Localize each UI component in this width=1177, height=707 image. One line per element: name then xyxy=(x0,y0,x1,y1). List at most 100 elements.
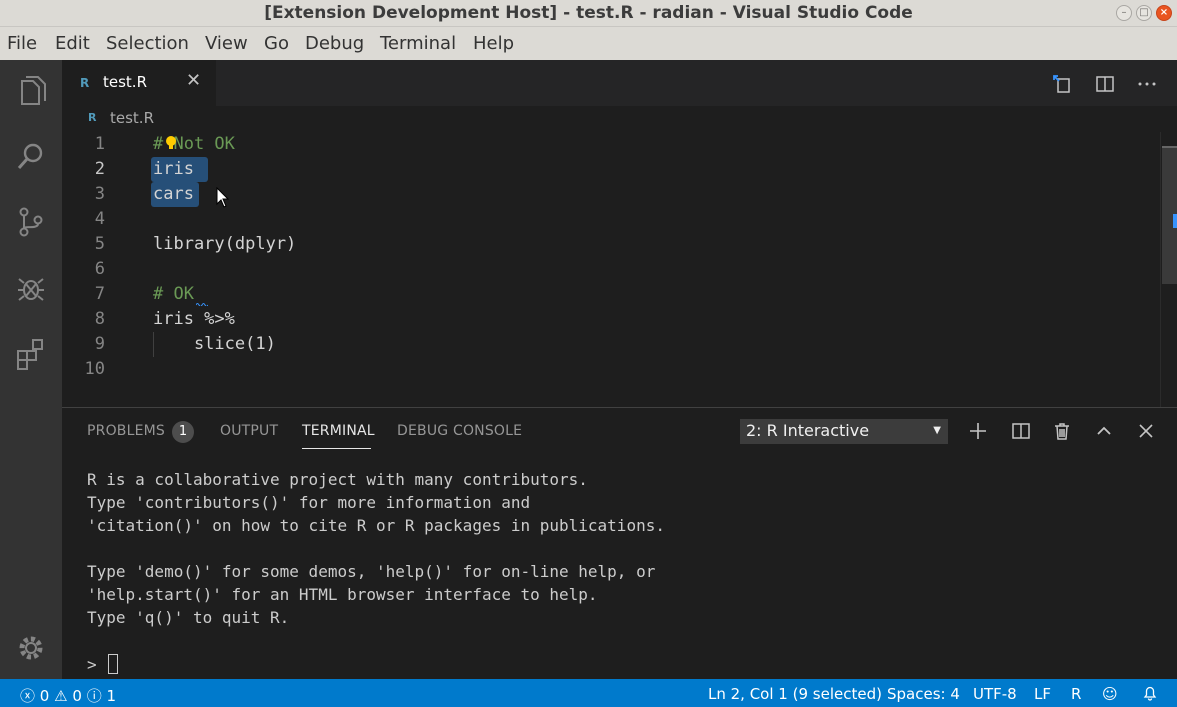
language-status[interactable]: R xyxy=(1071,685,1081,703)
files-icon[interactable] xyxy=(12,72,50,110)
terminal-line: Type 'contributors()' for more informati… xyxy=(87,493,531,512)
eol-status[interactable]: LF xyxy=(1034,685,1051,703)
minimize-button[interactable]: – xyxy=(1116,5,1132,21)
extensions-icon[interactable] xyxy=(12,334,50,372)
line-number: 7 xyxy=(94,284,105,304)
problems-status[interactable]: ⓧ 0 ⚠ 0 ⓘ 1 xyxy=(20,685,116,706)
terminal-select-value: 2: R Interactive xyxy=(746,421,870,440)
search-icon[interactable] xyxy=(12,138,50,176)
r-file-icon: R xyxy=(88,111,97,124)
run-file-icon[interactable] xyxy=(1051,73,1073,95)
breadcrumb-file[interactable]: test.R xyxy=(110,109,154,127)
code-line[interactable]: 2 iris xyxy=(62,157,1160,182)
chevron-down-icon: ▼ xyxy=(933,425,941,436)
chevron-up-icon[interactable] xyxy=(1094,421,1114,441)
split-editor-icon[interactable] xyxy=(1094,73,1116,95)
terminal-line: Type 'demo()' for some demos, 'help()' f… xyxy=(87,562,656,581)
code-line[interactable]: 1 # Not OK xyxy=(62,132,1160,157)
trash-icon[interactable] xyxy=(1052,421,1072,441)
info-count: 1 xyxy=(106,687,117,705)
tab-test-r[interactable]: R test.R ✕ xyxy=(62,60,216,106)
active-tab-indicator xyxy=(302,448,371,449)
window-titlebar: [Extension Development Host] - test.R - … xyxy=(0,0,1177,27)
notifications-bell-icon[interactable] xyxy=(1142,685,1158,705)
encoding-status[interactable]: UTF-8 xyxy=(973,685,1017,703)
debug-icon[interactable] xyxy=(12,269,50,307)
split-terminal-icon[interactable] xyxy=(1011,421,1031,441)
close-icon[interactable]: ✕ xyxy=(186,70,201,91)
warning-icon: ⚠ xyxy=(54,687,68,705)
line-text: slice(1) xyxy=(153,334,276,354)
lightbulb-icon[interactable] xyxy=(165,136,177,150)
terminal-cursor xyxy=(108,654,119,674)
bottom-panel: PROBLEMS 1 OUTPUT TERMINAL DEBUG CONSOLE… xyxy=(62,407,1177,679)
code-line[interactable]: 5 library(dplyr) xyxy=(62,232,1160,257)
source-control-icon[interactable] xyxy=(12,203,50,241)
error-icon: ⓧ xyxy=(20,687,36,705)
code-line[interactable]: 8 iris %>% xyxy=(62,307,1160,332)
line-number: 8 xyxy=(94,309,105,329)
terminal-line: 'help.start()' for an HTML browser inter… xyxy=(87,585,598,604)
code-line[interactable]: 4 xyxy=(62,207,1160,232)
code-line[interactable]: 6 xyxy=(62,257,1160,282)
code-line[interactable]: 7 # OK xyxy=(62,282,1160,307)
line-number: 4 xyxy=(94,209,105,229)
menu-selection[interactable]: Selection xyxy=(106,33,189,54)
line-number: 9 xyxy=(94,334,105,354)
tab-label: test.R xyxy=(103,73,147,91)
mouse-pointer-icon xyxy=(216,187,230,208)
menu-file[interactable]: File xyxy=(7,33,37,54)
terminal-output[interactable]: R is a collaborative project with many c… xyxy=(87,470,665,677)
terminal-line: Type 'q()' to quit R. xyxy=(87,608,290,627)
close-window-button[interactable]: × xyxy=(1156,5,1172,21)
terminal-prompt-line[interactable]: > xyxy=(87,654,665,677)
menu-view[interactable]: View xyxy=(205,33,248,54)
cursor-position[interactable]: Ln 2, Col 1 (9 selected) xyxy=(708,685,882,703)
line-text: # OK xyxy=(153,284,194,304)
gear-icon[interactable] xyxy=(12,629,50,667)
line-text: cars xyxy=(153,184,194,204)
feedback-smiley-icon[interactable]: ☺ xyxy=(1102,685,1118,703)
menu-debug[interactable]: Debug xyxy=(305,33,364,54)
line-number: 1 xyxy=(94,134,105,154)
editor-tab-bar: R test.R ✕ xyxy=(62,60,1177,106)
menu-bar: File Edit Selection View Go Debug Termin… xyxy=(0,27,1177,60)
menu-edit[interactable]: Edit xyxy=(55,33,90,54)
menu-help[interactable]: Help xyxy=(473,33,514,54)
menu-go[interactable]: Go xyxy=(264,33,289,54)
tab-debug-console[interactable]: DEBUG CONSOLE xyxy=(397,423,522,439)
terminal-select[interactable]: 2: R Interactive ▼ xyxy=(740,419,948,444)
terminal-line: R is a collaborative project with many c… xyxy=(87,470,588,489)
line-number: 6 xyxy=(94,259,105,279)
terminal-line: 'citation()' on how to cite R or R packa… xyxy=(87,516,665,535)
line-number: 10 xyxy=(84,359,105,379)
breadcrumb[interactable]: R test.R xyxy=(62,106,1177,132)
new-terminal-icon[interactable] xyxy=(968,421,988,441)
tab-problems[interactable]: PROBLEMS xyxy=(87,423,165,439)
line-text: iris xyxy=(153,159,194,179)
line-text: iris %>% xyxy=(153,309,235,329)
line-number: 5 xyxy=(94,234,105,254)
tab-output[interactable]: OUTPUT xyxy=(220,423,278,439)
info-icon: ⓘ xyxy=(86,687,102,705)
r-file-icon: R xyxy=(80,76,90,90)
more-actions-icon[interactable] xyxy=(1136,73,1158,95)
terminal-prompt: > xyxy=(87,655,107,674)
line-number: 3 xyxy=(94,184,105,204)
window-title: [Extension Development Host] - test.R - … xyxy=(264,3,913,23)
code-editor[interactable]: 1 # Not OK 2 iris 3 cars 4 5 library(dpl… xyxy=(62,132,1177,407)
line-text: library(dplyr) xyxy=(153,234,297,254)
indentation-status[interactable]: Spaces: 4 xyxy=(887,685,960,703)
status-bar: ⓧ 0 ⚠ 0 ⓘ 1 Ln 2, Col 1 (9 selected) Spa… xyxy=(0,679,1177,707)
close-panel-icon[interactable] xyxy=(1136,421,1156,441)
problems-count-badge: 1 xyxy=(172,421,194,443)
tab-terminal[interactable]: TERMINAL xyxy=(302,423,375,439)
selection-marker xyxy=(1173,214,1177,228)
maximize-button[interactable]: □ xyxy=(1136,5,1152,21)
code-line[interactable]: 9 slice(1) xyxy=(62,332,1160,357)
code-line[interactable]: 10 xyxy=(62,357,1160,382)
editor-scrollbar[interactable] xyxy=(1160,132,1177,407)
menu-terminal[interactable]: Terminal xyxy=(380,33,456,54)
line-number: 2 xyxy=(94,159,105,179)
